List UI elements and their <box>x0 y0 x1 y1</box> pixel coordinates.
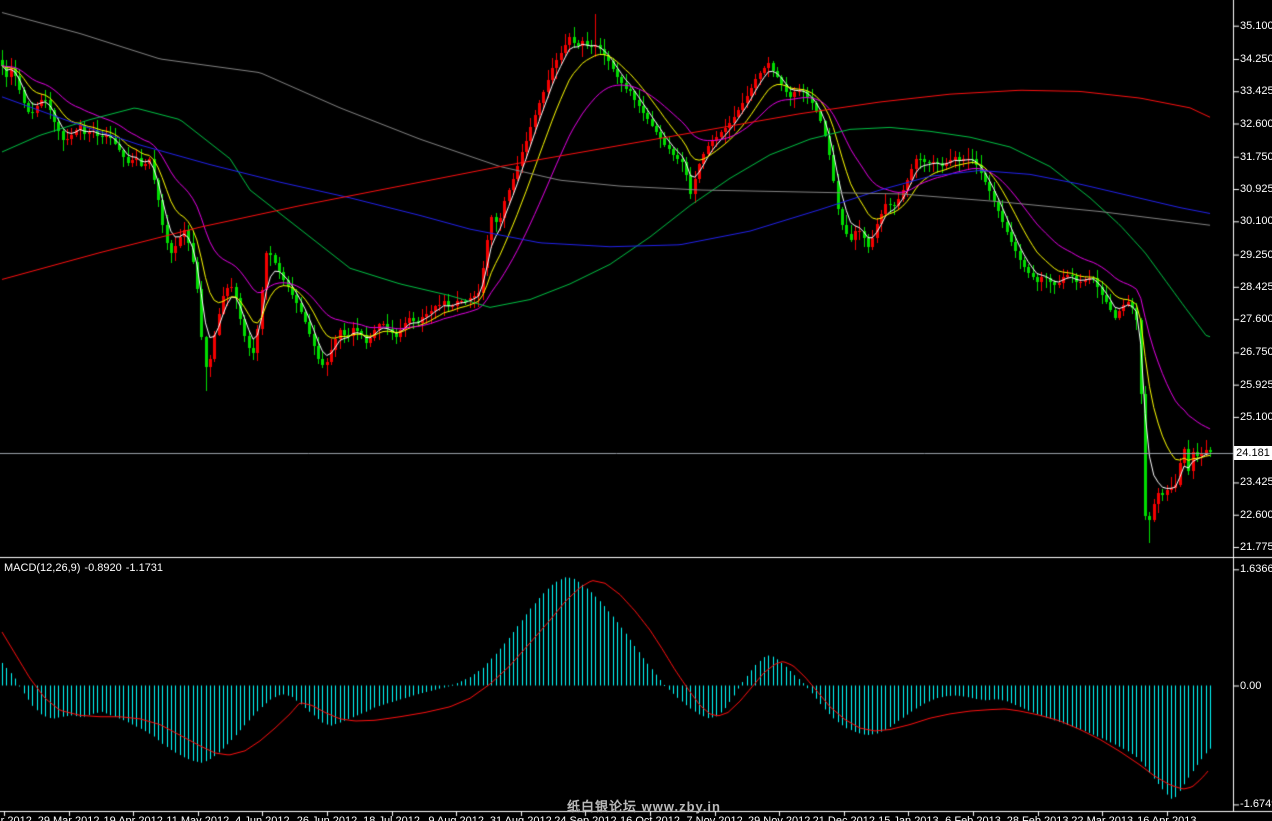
time-axis[interactable]: 5 Mar 2012 29 Mar 2012 19 Apr 201211 May 2… <box>0 812 1272 821</box>
date-tick-label: 9 Aug 2012 <box>428 816 484 821</box>
price-tick-label: 21.775 <box>1240 541 1272 553</box>
date-tick-label: 28 Feb 2013 <box>1007 816 1069 821</box>
macd-tick-label: -1.6749 <box>1240 798 1272 810</box>
macd-value: -0.8920 <box>84 562 121 574</box>
date-tick-label: 15 Jan 2013 <box>878 816 939 821</box>
price-tick-label: 22.600 <box>1240 509 1272 521</box>
price-tick-label: 35.100 <box>1240 20 1272 32</box>
date-tick-label: 26 Jun 2012 <box>297 816 358 821</box>
date-tick-label: 24 Sep 2012 <box>554 816 616 821</box>
chart-canvas[interactable] <box>0 0 1272 821</box>
date-tick-label: 29 Nov 2012 <box>748 816 810 821</box>
date-tick-label: 29 Mar 2012 <box>38 816 100 821</box>
price-tick-label: 27.600 <box>1240 313 1272 325</box>
date-tick-label: 22 Mar 2013 <box>1071 816 1133 821</box>
trading-chart-window: MACD(12,26,9)-0.8920-1.1731 纸白银论坛 www.zb… <box>0 0 1272 821</box>
price-tick-label: 31.750 <box>1240 151 1272 163</box>
price-tick-label: 29.250 <box>1240 249 1272 261</box>
current-price-box: 24.181 <box>1234 446 1272 460</box>
price-tick-label: 30.925 <box>1240 183 1272 195</box>
macd-indicator-name: MACD(12,26,9) <box>4 562 80 574</box>
price-tick-label: 34.250 <box>1240 53 1272 65</box>
price-tick-label: 32.600 <box>1240 118 1272 130</box>
date-tick-label: 31 Aug 2012 <box>490 816 552 821</box>
price-tick-label: 33.425 <box>1240 85 1272 97</box>
date-tick-label: 19 Apr 2012 <box>104 816 163 821</box>
date-tick-label: 6 Feb 2013 <box>945 816 1001 821</box>
macd-tick-label: 0.00 <box>1240 680 1261 692</box>
macd-indicator-label: MACD(12,26,9) -0.8920 -1.1731 <box>4 562 167 574</box>
date-tick-label: 16 Oct 2012 <box>620 816 680 821</box>
date-tick-label: 21 Dec 2012 <box>813 816 875 821</box>
date-tick-label: 4 Jun 2012 <box>235 816 289 821</box>
price-tick-label: 25.925 <box>1240 379 1272 391</box>
date-tick-label: 7 Nov 2012 <box>686 816 742 821</box>
price-tick-label: 23.425 <box>1240 476 1272 488</box>
macd-tick-label: 1.6366 <box>1240 563 1272 575</box>
date-tick-label: 16 Apr 2013 <box>1137 816 1196 821</box>
macd-signal-value: -1.1731 <box>126 562 163 574</box>
date-tick-label: 11 May 2012 <box>166 816 229 821</box>
price-tick-label: 30.100 <box>1240 215 1272 227</box>
date-tick-label: 5 Mar 2012 <box>0 816 32 821</box>
date-tick-label: 18 Jul 2012 <box>363 816 420 821</box>
price-tick-label: 26.750 <box>1240 346 1272 358</box>
price-tick-label: 25.100 <box>1240 411 1272 423</box>
price-tick-label: 28.425 <box>1240 281 1272 293</box>
